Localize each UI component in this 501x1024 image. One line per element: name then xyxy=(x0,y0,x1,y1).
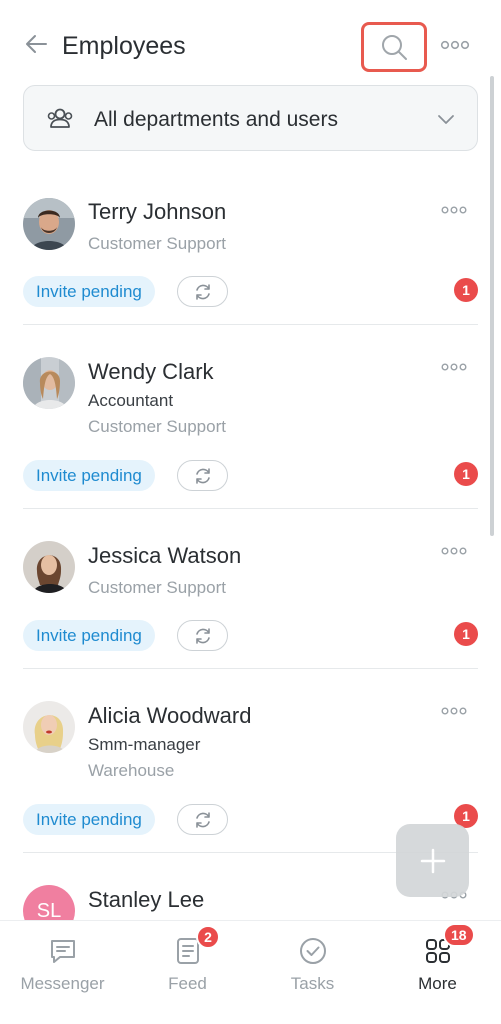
back-button[interactable] xyxy=(22,30,50,58)
feed-badge: 2 xyxy=(196,925,220,949)
header-menu-button[interactable] xyxy=(438,34,472,56)
employee-department: Customer Support xyxy=(88,417,226,436)
employee-department: Warehouse xyxy=(88,761,175,780)
divider xyxy=(23,668,478,669)
employee-name: Terry Johnson xyxy=(88,199,227,224)
employee-menu-button[interactable] xyxy=(440,544,468,558)
invite-status-badge: Invite pending xyxy=(23,276,155,307)
check-circle-icon xyxy=(299,938,326,964)
invite-status-badge: Invite pending xyxy=(23,460,155,491)
divider xyxy=(23,508,478,509)
more-dots-icon xyxy=(441,547,467,555)
users-icon xyxy=(47,108,73,128)
employee-role: Accountant xyxy=(88,391,174,410)
department-filter-dropdown[interactable]: All departments and users xyxy=(23,85,478,151)
employee-menu-button[interactable] xyxy=(440,704,468,718)
employee-list: Terry Johnson Customer Support Invite pe… xyxy=(0,175,501,920)
refresh-icon xyxy=(195,627,210,644)
avatar xyxy=(23,701,75,753)
more-badge: 18 xyxy=(443,923,475,947)
employee-menu-button[interactable] xyxy=(440,360,468,374)
resend-invite-button[interactable] xyxy=(177,276,228,307)
employee-name: Wendy Clark xyxy=(88,359,214,384)
page-title: Employees xyxy=(62,32,186,60)
tab-tasks[interactable]: Tasks xyxy=(250,921,375,1024)
invite-status-badge: Invite pending xyxy=(23,620,155,651)
more-dots-icon xyxy=(441,206,467,214)
refresh-icon xyxy=(195,467,210,484)
tab-more[interactable]: 18 More xyxy=(375,921,500,1024)
avatar xyxy=(23,357,75,409)
employee-role: Smm-manager xyxy=(88,735,201,754)
employee-department: Customer Support xyxy=(88,234,226,253)
app-header: Employees xyxy=(0,0,501,84)
invite-status-badge: Invite pending xyxy=(23,804,155,835)
tab-label: Messenger xyxy=(20,974,105,993)
divider xyxy=(23,324,478,325)
scrollbar[interactable] xyxy=(490,76,494,536)
tab-label: Tasks xyxy=(290,974,335,993)
employee-name: Stanley Lee xyxy=(88,887,205,912)
more-dots-icon xyxy=(441,707,467,715)
refresh-icon xyxy=(195,283,210,300)
avatar xyxy=(23,541,75,593)
notification-counter: 1 xyxy=(454,462,478,486)
chevron-down-icon xyxy=(438,115,454,124)
plus-icon xyxy=(420,848,445,873)
avatar: SL xyxy=(23,885,75,920)
employee-department: Customer Support xyxy=(88,578,226,597)
more-dots-icon xyxy=(441,363,467,371)
employee-name: Alicia Woodward xyxy=(88,703,252,728)
more-dots-icon xyxy=(440,40,470,50)
resend-invite-button[interactable] xyxy=(177,804,228,835)
tab-label: More xyxy=(418,974,457,993)
search-button[interactable] xyxy=(361,22,427,72)
search-icon xyxy=(382,35,407,60)
notification-counter: 1 xyxy=(454,622,478,646)
refresh-icon xyxy=(195,811,210,828)
avatar xyxy=(23,198,75,250)
chat-icon xyxy=(50,940,75,963)
department-filter-label: All departments and users xyxy=(94,108,338,131)
arrow-left-icon xyxy=(26,35,47,53)
resend-invite-button[interactable] xyxy=(177,620,228,651)
tab-label: Feed xyxy=(168,974,207,993)
resend-invite-button[interactable] xyxy=(177,460,228,491)
tab-feed[interactable]: 2 Feed xyxy=(125,921,250,1024)
add-employee-button[interactable] xyxy=(396,824,469,897)
bottom-tab-bar: Messenger 2 Feed Tasks 18 More xyxy=(0,920,501,1024)
notification-counter: 1 xyxy=(454,278,478,302)
employee-name: Jessica Watson xyxy=(88,543,242,568)
employee-menu-button[interactable] xyxy=(440,203,468,217)
tab-messenger[interactable]: Messenger xyxy=(0,921,125,1024)
